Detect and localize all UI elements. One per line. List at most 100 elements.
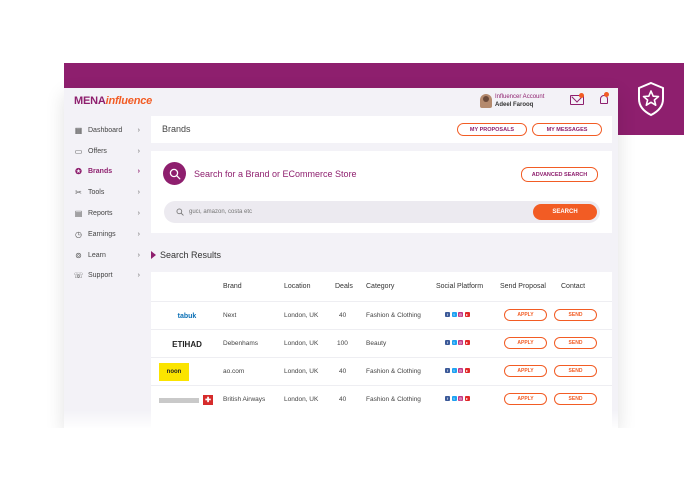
send-button[interactable]: SEND <box>554 365 597 377</box>
facebook-icon[interactable]: f <box>445 368 450 373</box>
brand-logo-noon: noon <box>159 363 189 381</box>
location: London, UK <box>284 396 319 403</box>
social-icons: f t ◎ ▸ <box>445 340 471 345</box>
sidebar-item-support[interactable]: ☏ Support › <box>74 266 144 287</box>
brand-name: British Airways <box>223 396 266 403</box>
deals: 40 <box>339 396 347 403</box>
column-header-contact: Contact <box>561 283 586 290</box>
social-icons: f t ◎ ▸ <box>445 312 471 317</box>
social-icons: f t ◎ ▸ <box>445 368 471 373</box>
deals: 100 <box>337 340 348 347</box>
instagram-icon[interactable]: ◎ <box>458 368 463 373</box>
twitter-icon[interactable]: t <box>451 312 457 317</box>
learn-icon: ⊚ <box>75 250 82 260</box>
offers-icon: ▭ <box>74 146 83 156</box>
tools-icon: ✂ <box>75 188 82 198</box>
decorative-band <box>64 63 684 88</box>
apply-button[interactable]: APPLY <box>504 393 547 405</box>
brand-logo-wordmark <box>159 397 199 403</box>
chevron-right-icon: › <box>137 126 140 134</box>
facebook-icon[interactable]: f <box>445 340 450 345</box>
app-window: MENAinfluence Influencer Account Adeel F… <box>64 88 618 428</box>
category: Beauty <box>366 340 387 347</box>
my-messages-button[interactable]: MY MESSAGES <box>532 123 602 136</box>
logo-text-mena: MENA <box>74 95 106 107</box>
instagram-icon[interactable]: ◎ <box>458 312 463 317</box>
location: London, UK <box>284 340 319 347</box>
location: London, UK <box>284 368 319 375</box>
avatar <box>480 94 492 108</box>
column-header-send-proposal: Send Proposal <box>500 283 546 290</box>
table-row[interactable]: ETIHAD Debenhams London, UK 100 Beauty f… <box>151 329 612 357</box>
app-logo[interactable]: MENAinfluence <box>74 95 152 107</box>
sidebar-item-tools[interactable]: ✂ Tools › <box>74 182 144 203</box>
twitter-icon[interactable]: t <box>451 396 457 401</box>
table-row[interactable]: ✚ British Airways London, UK 40 Fashion … <box>151 385 612 413</box>
advanced-search-button[interactable]: ADVANCED SEARCH <box>521 167 598 182</box>
youtube-icon[interactable]: ▸ <box>464 340 470 345</box>
sidebar-item-label: Reports <box>88 210 113 218</box>
mail-notification-dot <box>579 93 584 98</box>
user-account[interactable]: Influencer Account Adeel Farooq <box>480 93 544 109</box>
deals: 40 <box>339 312 347 319</box>
sidebar-item-reports[interactable]: ▤ Reports › <box>74 203 144 224</box>
dashboard-icon: ▦ <box>74 125 83 135</box>
brand-logo-text: tabuk <box>177 312 197 320</box>
table-row[interactable]: tabuk Next London, UK 40 Fashion & Cloth… <box>151 301 612 329</box>
sidebar-item-dashboard[interactable]: ▦ Dashboard › <box>74 120 144 141</box>
apply-button[interactable]: APPLY <box>504 337 547 349</box>
chevron-right-icon: › <box>137 272 140 280</box>
sidebar: ▦ Dashboard › ▭ Offers › ✪ Brands › ✂ To… <box>74 120 144 286</box>
star-badge-icon: ✪ <box>75 167 82 177</box>
twitter-icon[interactable]: t <box>451 340 457 345</box>
earnings-icon: ◷ <box>75 229 82 239</box>
chevron-right-icon: › <box>137 147 140 155</box>
bell-notification-dot <box>604 92 609 97</box>
instagram-icon[interactable]: ◎ <box>458 396 463 401</box>
youtube-icon[interactable]: ▸ <box>464 368 470 373</box>
plus-icon: ✚ <box>203 395 213 405</box>
column-header-deals: Deals <box>335 283 353 290</box>
results-table: Brand Location Deals Category Social Pla… <box>151 272 612 428</box>
sidebar-item-label: Dashboard <box>88 126 123 134</box>
table-row[interactable]: noon ao.com London, UK 40 Fashion & Clot… <box>151 357 612 385</box>
apply-button[interactable]: APPLY <box>504 309 547 321</box>
brand-logo-text: noon <box>166 369 182 375</box>
search-card: Search for a Brand or ECommerce Store AD… <box>151 151 612 233</box>
sidebar-item-learn[interactable]: ⊚ Learn › <box>74 245 144 266</box>
social-icons: f t ◎ ▸ <box>445 396 471 401</box>
apply-button[interactable]: APPLY <box>504 365 547 377</box>
search-input[interactable] <box>189 209 519 215</box>
deals: 40 <box>339 368 347 375</box>
facebook-icon[interactable]: f <box>445 396 450 401</box>
search-badge <box>163 162 186 185</box>
send-button[interactable]: SEND <box>554 309 597 321</box>
brand-name: Debenhams <box>223 340 259 347</box>
facebook-icon[interactable]: f <box>445 312 450 317</box>
stage: MENAinfluence Influencer Account Adeel F… <box>0 0 684 490</box>
search-icon <box>169 168 180 179</box>
instagram-icon[interactable]: ◎ <box>458 340 463 345</box>
user-name: Adeel Farooq <box>495 102 534 108</box>
send-button[interactable]: SEND <box>554 337 597 349</box>
search-box: SEARCH <box>164 201 600 223</box>
chevron-right-icon: › <box>137 230 140 238</box>
twitter-icon[interactable]: t <box>451 368 457 373</box>
shield-star-badge <box>618 63 684 135</box>
chevron-right-icon: › <box>137 251 140 259</box>
search-button[interactable]: SEARCH <box>533 204 597 220</box>
support-icon: ☏ <box>73 271 84 281</box>
youtube-icon[interactable]: ▸ <box>464 396 470 401</box>
brand-logo-text: ETIHAD <box>172 339 202 349</box>
sidebar-item-earnings[interactable]: ◷ Earnings › <box>74 224 144 245</box>
youtube-icon[interactable]: ▸ <box>464 312 470 317</box>
sidebar-item-brands[interactable]: ✪ Brands › <box>74 162 144 183</box>
my-proposals-button[interactable]: MY PROPOSALS <box>457 123 527 136</box>
send-button[interactable]: SEND <box>554 393 597 405</box>
chevron-right-icon: › <box>137 189 140 197</box>
chevron-right-icon: › <box>137 210 140 218</box>
sidebar-item-label: Offers <box>88 147 107 155</box>
sidebar-item-offers[interactable]: ▭ Offers › <box>74 141 144 162</box>
brand-logo-etihad: ETIHAD <box>159 335 215 353</box>
chevron-right-icon: › <box>137 168 140 176</box>
